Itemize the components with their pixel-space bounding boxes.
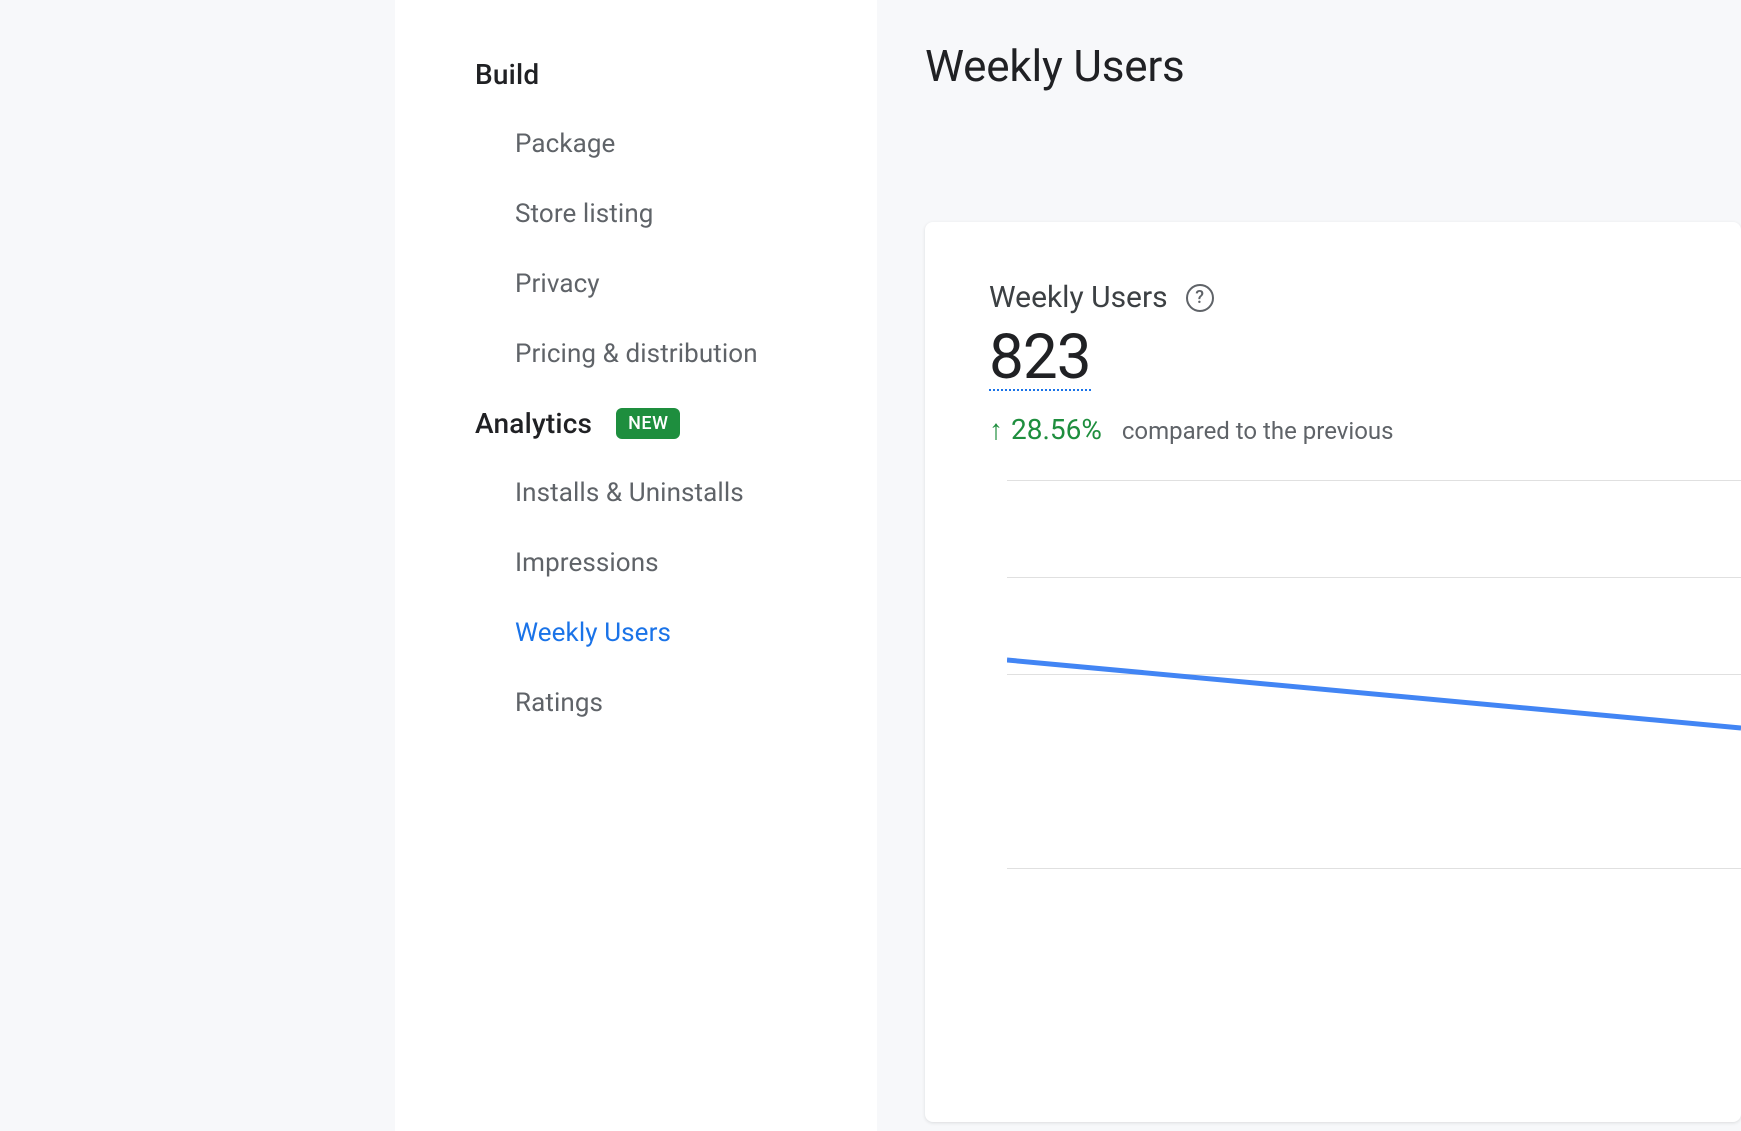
sidebar-section-title: Analytics: [475, 407, 592, 440]
sidebar-item-ratings[interactable]: Ratings: [395, 668, 877, 738]
sidebar-item-privacy[interactable]: Privacy: [395, 249, 877, 319]
new-badge: NEW: [616, 408, 680, 439]
weekly-users-chart: [1007, 480, 1741, 980]
sidebar-item-label: Store listing: [515, 199, 653, 229]
weekly-users-value: 823: [989, 327, 1091, 391]
sidebar-item-store-listing[interactable]: Store listing: [395, 179, 877, 249]
sidebar-item-installs-uninstalls[interactable]: Installs & Uninstalls: [395, 458, 877, 528]
card-header: Weekly Users ?: [989, 280, 1741, 315]
sidebar-section-build: Build: [395, 40, 877, 109]
help-icon[interactable]: ?: [1186, 284, 1214, 312]
main-content: Weekly Users Weekly Users ? 823 ↑ 28.56%…: [877, 0, 1741, 1131]
arrow-up-icon: ↑: [989, 416, 1003, 444]
sidebar-item-package[interactable]: Package: [395, 109, 877, 179]
sidebar-item-label: Pricing & distribution: [515, 339, 758, 369]
chart-svg: [1007, 480, 1741, 980]
sidebar-item-label: Weekly Users: [515, 618, 671, 648]
sidebar-item-label: Privacy: [515, 269, 600, 299]
chart-line: [1007, 660, 1741, 728]
sidebar-item-impressions[interactable]: Impressions: [395, 528, 877, 598]
sidebar-item-pricing-distribution[interactable]: Pricing & distribution: [395, 319, 877, 389]
sidebar-section-analytics: Analytics NEW: [395, 389, 877, 458]
delta-value: ↑ 28.56%: [989, 413, 1102, 446]
sidebar-section-title: Build: [475, 58, 539, 91]
sidebar: Build Package Store listing Privacy Pric…: [395, 0, 877, 1131]
delta-percent: 28.56%: [1011, 413, 1102, 446]
delta-row: ↑ 28.56% compared to the previous: [989, 413, 1741, 446]
sidebar-item-label: Ratings: [515, 688, 603, 718]
sidebar-item-label: Package: [515, 129, 615, 159]
card-title: Weekly Users: [989, 280, 1168, 315]
sidebar-item-label: Impressions: [515, 548, 659, 578]
delta-caption: compared to the previous: [1122, 417, 1394, 445]
sidebar-item-weekly-users[interactable]: Weekly Users: [395, 598, 877, 668]
page-title: Weekly Users: [925, 40, 1741, 92]
sidebar-item-label: Installs & Uninstalls: [515, 478, 744, 508]
weekly-users-card: Weekly Users ? 823 ↑ 28.56% compared to …: [925, 222, 1741, 1122]
left-gutter: [0, 0, 395, 1131]
